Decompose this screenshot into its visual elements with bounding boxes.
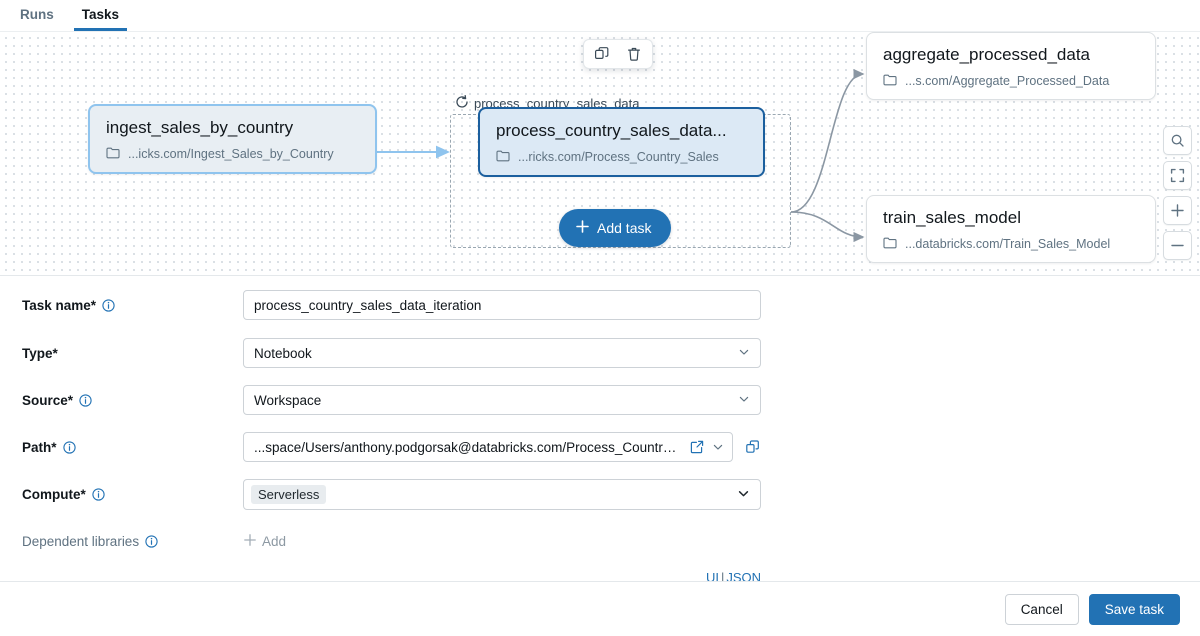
path-control: ...space/Users/anthony.podgorsak@databri… — [243, 432, 761, 462]
task-node-path: ...databricks.com/Train_Sales_Model — [905, 237, 1110, 251]
task-node-path-row: ...databricks.com/Train_Sales_Model — [883, 237, 1139, 252]
source-label-text: Source* — [22, 393, 73, 408]
loop-icon — [455, 95, 469, 112]
node-action-toolbar[interactable] — [583, 39, 653, 69]
info-icon[interactable] — [92, 488, 105, 501]
zoom-search-icon[interactable] — [1163, 126, 1192, 155]
task-node-title: aggregate_processed_data — [883, 45, 1139, 65]
task-node-path-row: ...s.com/Aggregate_Processed_Data — [883, 74, 1139, 89]
form-row-path: Path* ...space/Users/anthony.podgorsak@d… — [0, 432, 1200, 470]
add-library-button[interactable]: Add — [243, 526, 761, 550]
task-graph-canvas[interactable]: ingest_sales_by_country ...icks.com/Inge… — [0, 31, 1200, 275]
type-select[interactable]: Notebook — [243, 338, 761, 368]
chevron-down-icon[interactable] — [712, 441, 724, 453]
task-node-path-row: ...ricks.com/Process_Country_Sales — [496, 150, 747, 165]
path-label-text: Path* — [22, 440, 57, 455]
type-value: Notebook — [254, 346, 312, 361]
path-label: Path* — [0, 432, 243, 455]
form-row-type: Type* Notebook — [0, 338, 1200, 376]
compute-label: Compute* — [0, 479, 243, 502]
duplicate-icon[interactable] — [594, 46, 610, 62]
form-row-parameters: Parameters UI|JSON country_key {{input.c… — [0, 570, 1200, 581]
delete-icon[interactable] — [626, 46, 642, 62]
task-node-title: train_sales_model — [883, 208, 1139, 228]
info-icon[interactable] — [102, 299, 115, 312]
info-icon[interactable] — [79, 394, 92, 407]
task-detail-form: Task name* process_country_sales_data_it… — [0, 275, 1200, 581]
task-node-path: ...icks.com/Ingest_Sales_by_Country — [128, 147, 334, 161]
add-task-button[interactable]: Add task — [559, 209, 671, 247]
chevron-down-icon — [737, 487, 750, 503]
form-row-compute: Compute* Serverless — [0, 479, 1200, 517]
source-select[interactable]: Workspace — [243, 385, 761, 415]
form-row-source: Source* Workspace — [0, 385, 1200, 423]
path-value: ...space/Users/anthony.podgorsak@databri… — [254, 440, 682, 455]
info-icon[interactable] — [145, 535, 158, 548]
dependent-libraries-control: Add — [243, 526, 761, 550]
tab-bar: Runs Tasks — [0, 0, 1200, 31]
plus-icon — [243, 533, 257, 550]
tab-runs[interactable]: Runs — [12, 8, 62, 32]
task-node-aggregate-processed-data[interactable]: aggregate_processed_data ...s.com/Aggreg… — [866, 32, 1156, 100]
dependent-libraries-label-text: Dependent libraries — [22, 534, 139, 549]
info-icon[interactable] — [63, 441, 76, 454]
parameters-label: Parameters — [0, 570, 243, 581]
task-node-ingest-sales-by-country[interactable]: ingest_sales_by_country ...icks.com/Inge… — [88, 104, 377, 174]
form-row-dependent-libraries: Dependent libraries Add — [0, 526, 1200, 564]
task-node-title: ingest_sales_by_country — [106, 118, 359, 138]
parameters-view-ui[interactable]: UI — [706, 570, 719, 581]
path-input[interactable]: ...space/Users/anthony.podgorsak@databri… — [243, 432, 733, 462]
external-link-icon[interactable] — [690, 440, 704, 454]
folder-icon — [496, 150, 510, 165]
zoom-out-icon[interactable] — [1163, 231, 1192, 260]
zoom-in-icon[interactable] — [1163, 196, 1192, 225]
form-row-task-name: Task name* process_country_sales_data_it… — [0, 290, 1200, 328]
task-node-path: ...ricks.com/Process_Country_Sales — [518, 150, 719, 164]
dependent-libraries-label: Dependent libraries — [0, 526, 243, 549]
chevron-down-icon — [738, 346, 750, 361]
fit-screen-icon[interactable] — [1163, 161, 1192, 190]
source-control: Workspace — [243, 385, 761, 415]
task-name-input[interactable]: process_country_sales_data_iteration — [243, 290, 761, 320]
tab-tasks[interactable]: Tasks — [74, 8, 127, 32]
source-label: Source* — [0, 385, 243, 408]
save-task-button[interactable]: Save task — [1089, 594, 1180, 625]
type-label: Type* — [0, 338, 243, 361]
task-node-process-country-sales-data[interactable]: process_country_sales_data... ...ricks.c… — [478, 107, 765, 177]
folder-icon — [883, 74, 897, 89]
task-node-path: ...s.com/Aggregate_Processed_Data — [905, 74, 1109, 88]
parameters-control: UI|JSON country_key {{input.country_key}… — [243, 570, 761, 581]
task-node-train-sales-model[interactable]: train_sales_model ...databricks.com/Trai… — [866, 195, 1156, 263]
cancel-button[interactable]: Cancel — [1005, 594, 1079, 625]
compute-value-badge: Serverless — [251, 485, 326, 504]
parameters-view-json[interactable]: JSON — [726, 570, 761, 581]
plus-icon — [575, 219, 590, 237]
compute-label-text: Compute* — [22, 487, 86, 502]
add-task-label: Add task — [597, 220, 651, 236]
source-value: Workspace — [254, 393, 321, 408]
type-label-text: Type* — [22, 346, 58, 361]
add-library-label: Add — [262, 534, 286, 549]
task-name-control: process_country_sales_data_iteration — [243, 290, 761, 320]
copy-icon[interactable] — [745, 439, 761, 455]
form-footer: Cancel Save task — [0, 581, 1200, 636]
chevron-down-icon — [738, 393, 750, 408]
folder-icon — [883, 237, 897, 252]
compute-control: Serverless — [243, 479, 761, 510]
parameters-view-toggle: UI|JSON — [243, 570, 761, 581]
task-name-label: Task name* — [0, 290, 243, 313]
type-control: Notebook — [243, 338, 761, 368]
task-node-title: process_country_sales_data... — [496, 121, 747, 141]
compute-select[interactable]: Serverless — [243, 479, 761, 510]
folder-icon — [106, 147, 120, 162]
task-name-value: process_country_sales_data_iteration — [254, 298, 481, 313]
canvas-controls — [1163, 126, 1192, 260]
task-node-path-row: ...icks.com/Ingest_Sales_by_Country — [106, 147, 359, 162]
task-name-label-text: Task name* — [22, 298, 96, 313]
